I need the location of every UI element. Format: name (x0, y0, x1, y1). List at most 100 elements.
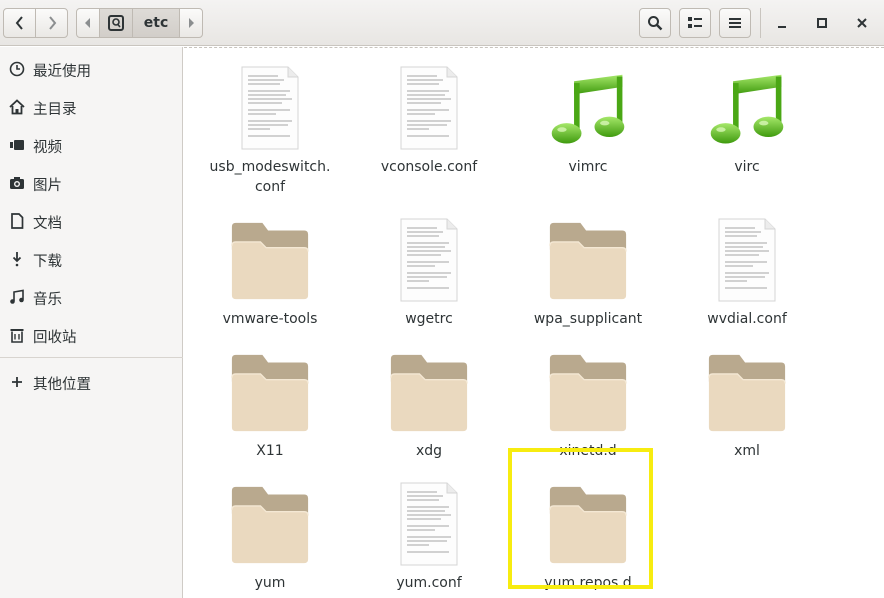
text-file-icon (230, 55, 310, 151)
go-previous-icon (15, 16, 23, 30)
sidebar-item-home[interactable]: 主目录 (0, 88, 183, 126)
file-name-label: virc (672, 157, 822, 177)
file-name-label: vimrc (513, 157, 663, 177)
sidebar-item-documents[interactable]: 文档 (0, 202, 183, 240)
view-toggle-button[interactable] (679, 8, 711, 38)
video-icon (9, 137, 25, 153)
file-item[interactable]: vconsole.conf (354, 55, 504, 185)
forward-button[interactable] (35, 8, 68, 38)
hamburger-menu-icon (729, 18, 741, 28)
sidebar-item-videos[interactable]: 视频 (0, 126, 183, 164)
sidebar-item-label: 图片 (33, 178, 62, 194)
file-name-line: yum.repos.d (544, 575, 632, 591)
search-icon (648, 16, 663, 31)
file-name-line: yum.conf (396, 575, 462, 591)
folder-icon (548, 339, 628, 435)
folder-item[interactable]: xinetd.d (513, 339, 663, 469)
file-name-line: vmware-tools (222, 311, 318, 327)
folder-item[interactable]: X11 (195, 339, 345, 469)
search-button[interactable] (639, 8, 671, 38)
folder-icon (389, 339, 469, 435)
file-name-line: xdg (415, 443, 443, 459)
sidebar-item-music[interactable]: 音乐 (0, 278, 183, 316)
sidebar-item-label: 其他位置 (33, 377, 91, 393)
sidebar-item-label: 文档 (33, 216, 62, 232)
sidebar-item-other-locations[interactable]: 其他位置 (0, 363, 183, 401)
plus-icon (9, 374, 25, 390)
close-button[interactable] (850, 11, 874, 35)
file-grid: usb_modeswitch.conf vconsole.conf vimrc (184, 47, 884, 598)
document-icon (9, 213, 25, 229)
file-name-line: wgetrc (405, 311, 453, 327)
sidebar-divider (0, 357, 183, 358)
file-name-label: wvdial.conf (672, 309, 822, 329)
sidebar-item-label: 下载 (33, 254, 62, 270)
folder-item[interactable]: vmware-tools (195, 207, 345, 337)
trash-icon (9, 327, 25, 343)
file-name-label: vconsole.conf (354, 157, 504, 177)
file-name-label: yum.repos.d (513, 573, 663, 593)
folder-item[interactable]: xdg (354, 339, 504, 469)
folder-icon (230, 471, 310, 567)
maximize-button[interactable] (810, 11, 834, 35)
pathbar-right-arrow-icon (189, 18, 194, 28)
back-button[interactable] (3, 8, 36, 38)
pathbar-root-button[interactable] (99, 8, 133, 38)
drop-target-indicator (184, 47, 884, 49)
file-item[interactable]: vimrc (513, 55, 663, 185)
download-icon (9, 251, 25, 267)
file-name-label: yum.conf (354, 573, 504, 593)
folder-item[interactable]: yum.repos.d (513, 471, 663, 598)
sidebar-item-label: 主目录 (33, 102, 77, 118)
sidebar-item-label: 视频 (33, 140, 62, 156)
pathbar-current-label: etc (143, 15, 169, 31)
pathbar-scroll-left-button[interactable] (76, 8, 100, 38)
file-name-line: X11 (256, 443, 284, 459)
sidebar-item-pictures[interactable]: 图片 (0, 164, 183, 202)
text-file-icon (389, 471, 469, 567)
folder-icon (230, 339, 310, 435)
file-name-label: wpa_supplicant (513, 309, 663, 329)
file-item[interactable]: wgetrc (354, 207, 504, 337)
minimize-icon (778, 26, 786, 28)
file-name-line: vimrc (568, 159, 608, 175)
file-name-label: xinetd.d (513, 441, 663, 461)
file-name-label: vmware-tools (195, 309, 345, 329)
sidebar-item-recent[interactable]: 最近使用 (0, 50, 183, 88)
sidebar-item-downloads[interactable]: 下载 (0, 240, 183, 278)
file-name-label: xml (672, 441, 822, 461)
sidebar-item-label: 音乐 (33, 292, 62, 308)
pathbar-scroll-right-button[interactable] (179, 8, 203, 38)
file-item[interactable]: virc (672, 55, 822, 185)
file-item[interactable]: usb_modeswitch.conf (195, 55, 345, 195)
sidebar-item-trash[interactable]: 回收站 (0, 316, 183, 354)
sidebar: 最近使用 主目录 视频 图片 文档 下载 音乐 回收站 其他位置 (0, 47, 183, 598)
sidebar-item-label: 回收站 (33, 330, 77, 346)
file-name-line: wpa_supplicant (533, 311, 643, 327)
file-name-line: usb_modeswitch. (209, 159, 331, 175)
audio-file-icon (707, 55, 787, 151)
file-name-line: conf (254, 179, 286, 195)
folder-icon (230, 207, 310, 303)
minimize-button[interactable] (770, 11, 794, 35)
list-view-icon (688, 17, 702, 28)
folder-item[interactable]: wpa_supplicant (513, 207, 663, 337)
file-name-line: xinetd.d (559, 443, 617, 459)
file-name-line: xml (734, 443, 760, 459)
maximize-icon (817, 18, 827, 28)
pathbar-current-button[interactable]: etc (132, 8, 180, 38)
close-icon (857, 18, 867, 28)
folder-item[interactable]: xml (672, 339, 822, 469)
folder-item[interactable]: yum (195, 471, 345, 598)
pathbar-left-arrow-icon (85, 18, 90, 28)
file-item[interactable]: yum.conf (354, 471, 504, 598)
root-drive-icon (108, 15, 124, 31)
camera-icon (9, 175, 25, 191)
file-name-label: xdg (354, 441, 504, 461)
menu-button[interactable] (719, 8, 751, 38)
file-name-label: yum (195, 573, 345, 593)
header-bar: etc (0, 0, 884, 46)
file-name-label: wgetrc (354, 309, 504, 329)
file-item[interactable]: wvdial.conf (672, 207, 822, 337)
folder-icon (548, 207, 628, 303)
